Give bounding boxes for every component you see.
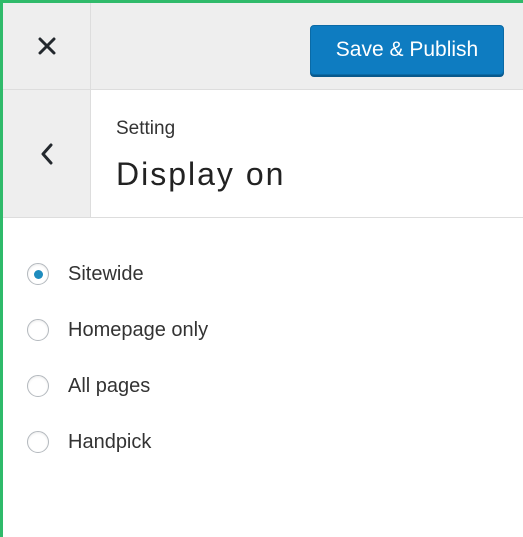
close-icon: [38, 37, 55, 55]
customizer-panel: Save & Publish Setting Display on Sitewi…: [0, 0, 523, 537]
radio-option-all-pages[interactable]: All pages: [27, 371, 150, 401]
radio-label: Sitewide: [68, 262, 144, 285]
radio-label: Handpick: [68, 430, 152, 453]
radio-label: All pages: [68, 374, 151, 397]
radio-option-homepage-only[interactable]: Homepage only: [27, 315, 208, 345]
radio-button[interactable]: [27, 319, 49, 341]
radio-button[interactable]: [27, 375, 49, 397]
radio-option-handpick[interactable]: Handpick: [27, 427, 151, 457]
radio-button[interactable]: [27, 431, 49, 453]
radio-option-sitewide[interactable]: Sitewide: [27, 259, 144, 289]
save-publish-button[interactable]: Save & Publish: [310, 25, 504, 75]
section-title: Display on: [116, 156, 286, 192]
chevron-left-icon: [41, 143, 52, 164]
header-bar: Save & Publish: [3, 3, 523, 90]
radio-button-checked[interactable]: [27, 263, 49, 285]
back-button[interactable]: [3, 90, 91, 217]
radio-label: Homepage only: [68, 318, 209, 341]
section-breadcrumb: Setting: [116, 118, 176, 139]
close-button[interactable]: [3, 3, 91, 89]
section-header: Setting Display on: [3, 90, 523, 218]
radio-selected-dot: [33, 269, 43, 279]
